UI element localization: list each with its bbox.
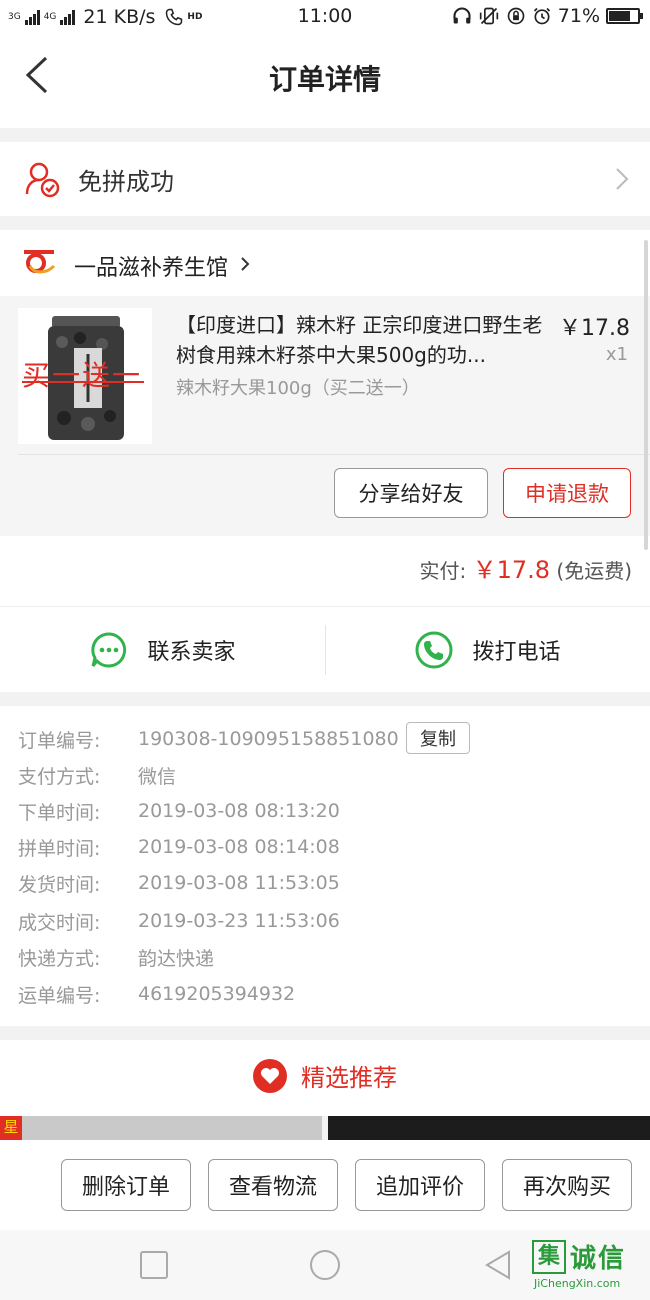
delete-order-button[interactable]: 删除订单 (61, 1159, 191, 1211)
request-refund-button[interactable]: 申请退款 (503, 468, 631, 518)
recommend-header: 精选推荐 (0, 1040, 650, 1116)
info-label: 订单编号: (18, 729, 101, 752)
contact-seller-button[interactable]: 联系卖家 (0, 607, 325, 693)
system-nav-bar: 集 诚信 JiChengXin.com (0, 1230, 650, 1300)
store-header[interactable]: 一品滋补养生馆 (0, 230, 650, 296)
alarm-icon (533, 7, 550, 25)
back-icon[interactable] (481, 1248, 515, 1282)
info-value: 4619205394932 (138, 983, 296, 1005)
info-row-express: 快递方式: 韵达快递 (18, 942, 214, 972)
group-success-icon (25, 162, 60, 198)
info-label: 支付方式: (18, 765, 101, 788)
rotation-lock-icon (507, 7, 525, 25)
thumb-tag: 星 (0, 1116, 22, 1140)
headphones-icon (453, 7, 471, 24)
info-value: 2019-03-08 11:53:05 (138, 872, 340, 894)
info-value: 微信 (138, 765, 177, 788)
store-logo-icon (20, 244, 58, 278)
watermark-text: 诚信 (570, 1244, 627, 1274)
paid-amount-row: 实付: ￥17.8 (免运费) (419, 550, 632, 585)
info-label: 运单编号: (18, 984, 101, 1007)
chevron-right-icon (616, 168, 629, 190)
info-value: 2019-03-23 11:53:06 (138, 910, 340, 932)
battery-fill (609, 11, 631, 21)
contact-seller-label: 联系卖家 (147, 640, 236, 665)
info-value: 韵达快递 (138, 947, 215, 970)
store-chevron-icon (241, 257, 250, 271)
status-right: 71% (452, 5, 643, 27)
group-status-row[interactable]: 免拼成功 (0, 142, 650, 216)
page-title: 订单详情 (268, 63, 381, 96)
watermark-row: 集 诚信 (532, 1238, 644, 1275)
battery-percent: 71% (557, 5, 600, 27)
add-review-button[interactable]: 追加评价 (355, 1159, 485, 1211)
status-bar: 3G 4G 21 KB/s HD 11:00 71% (0, 0, 650, 34)
paid-label: 实付: (419, 559, 467, 583)
copy-order-number-button[interactable]: 复制 (406, 722, 470, 754)
order-info-section: 订单编号: 190308-109095158851080 复制 支付方式: 微信… (0, 706, 650, 1026)
info-value: 2019-03-08 08:14:08 (138, 836, 340, 858)
info-label: 快递方式: (18, 947, 101, 970)
view-logistics-button[interactable]: 查看物流 (208, 1159, 338, 1211)
call-phone-button[interactable]: 拨打电话 (325, 607, 650, 693)
battery-icon (606, 8, 643, 24)
recommend-title: 精选推荐 (301, 1064, 397, 1092)
info-label: 拼单时间: (18, 837, 101, 860)
heart-icon (253, 1058, 287, 1093)
info-row-deal-time: 成交时间: 2019-03-23 11:53:06 (18, 906, 340, 936)
info-label: 发货时间: (18, 873, 101, 896)
info-label: 下单时间: (18, 801, 101, 824)
goods-quantity: x1 (605, 344, 628, 365)
goods-price: ￥17.8 (559, 316, 630, 341)
store-name: 一品滋补养生馆 (74, 256, 229, 281)
call-phone-label: 拨打电话 (472, 640, 561, 665)
watermark-url: JiChengXin.com (534, 1277, 621, 1290)
phone-icon (415, 631, 453, 669)
title-bar: 订单详情 (0, 34, 650, 128)
watermark-char: 集 (532, 1239, 566, 1274)
info-row-ship-time: 发货时间: 2019-03-08 11:53:05 (18, 868, 340, 898)
vibrate-off-icon (479, 7, 498, 25)
recommend-thumb[interactable]: 星 (0, 1116, 322, 1140)
goods-image-promo-text: 买一送一 (22, 359, 143, 392)
goods-spec: 辣木籽大果100g（买二送一） (176, 378, 420, 399)
info-value: 2019-03-08 08:13:20 (138, 800, 340, 822)
group-status-text: 免拼成功 (78, 168, 174, 196)
divider (18, 454, 650, 455)
info-row-waybill: 运单编号: 4619205394932 (18, 979, 295, 1009)
info-label: 成交时间: (18, 911, 101, 934)
recommend-thumb[interactable] (328, 1116, 650, 1140)
info-row-order-time: 下单时间: 2019-03-08 08:13:20 (18, 796, 340, 826)
goods-image: 买一送一 (18, 308, 152, 444)
contact-row: 联系卖家 拨打电话 (0, 606, 650, 692)
recommend-thumbnails[interactable]: 星 (0, 1116, 650, 1140)
home-icon[interactable] (308, 1248, 342, 1282)
goods-item[interactable]: 买一送一 【印度进口】辣木籽 正宗印度进口野生老树食用辣木籽茶中大果500g的功… (0, 296, 650, 536)
info-row-group-time: 拼单时间: 2019-03-08 08:14:08 (18, 832, 340, 862)
goods-title: 【印度进口】辣木籽 正宗印度进口野生老树食用辣木籽茶中大果500g的功... (176, 313, 543, 367)
paid-amount: ￥17.8 (472, 556, 551, 584)
info-row-payment: 支付方式: 微信 (18, 760, 176, 790)
scrollbar[interactable] (644, 240, 648, 550)
info-row-order-no: 订单编号: 190308-109095158851080 (18, 724, 399, 754)
recommend-title-row: 精选推荐 (0, 1058, 650, 1093)
bottom-action-bar: 删除订单 查看物流 追加评价 再次购买 (0, 1140, 650, 1230)
shipping-note: (免运费) (556, 559, 632, 583)
share-to-friend-button[interactable]: 分享给好友 (334, 468, 488, 518)
watermark-logo: 集 诚信 JiChengXin.com (532, 1238, 644, 1294)
recent-apps-icon[interactable] (137, 1248, 171, 1282)
order-number: 190308-109095158851080 (138, 728, 399, 750)
buy-again-button[interactable]: 再次购买 (502, 1159, 632, 1211)
chat-bubble-icon (91, 632, 127, 668)
order-store-card: 一品滋补养生馆 买一送一 【印度进口】辣木籽 正宗印度进口野生老树食用辣木籽茶中… (0, 230, 650, 606)
